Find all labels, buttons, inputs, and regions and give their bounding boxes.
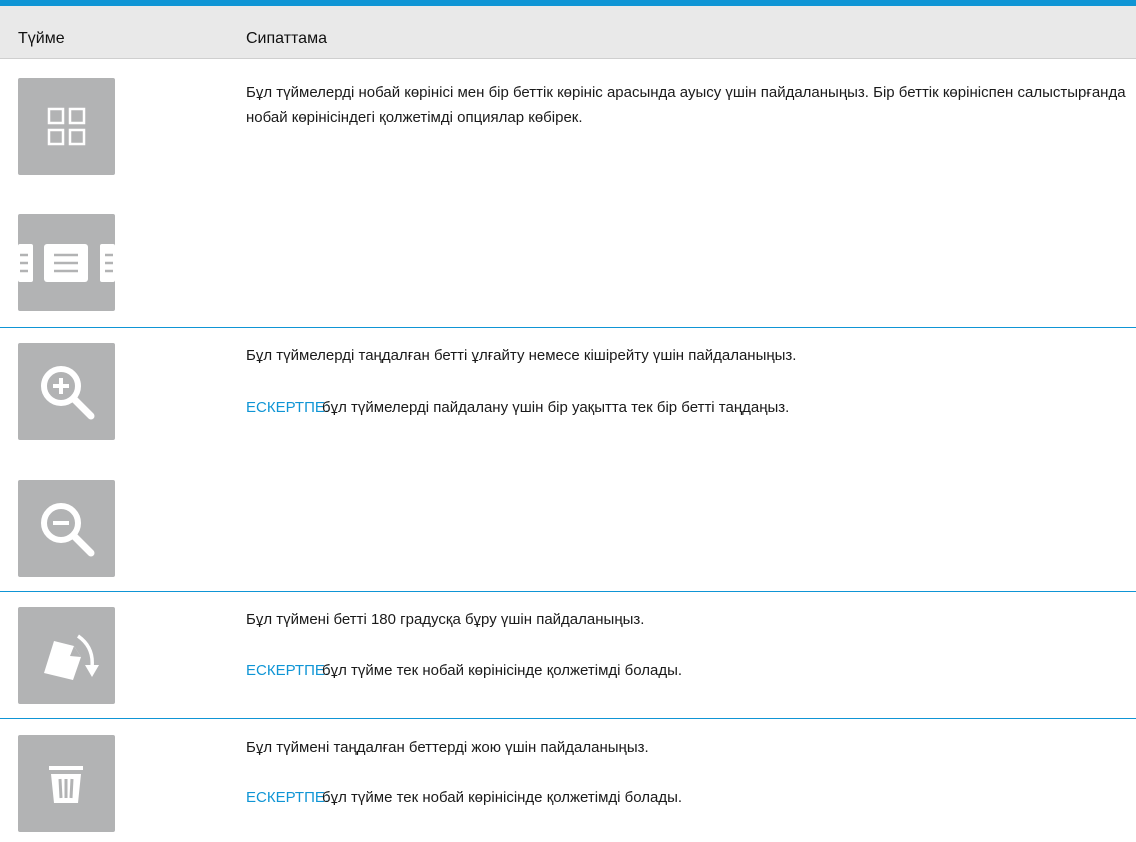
grid-view-button[interactable]	[18, 78, 115, 175]
row-rotate-note: ЕСКЕРТПЕ:бұл түйме тек нобай көрінісінде…	[246, 660, 682, 682]
single-page-view-icon	[18, 244, 115, 282]
rotate-page-button[interactable]	[18, 607, 115, 704]
row-rotate-description: Бұл түймені бетті 180 градусқа бұру үшін…	[246, 611, 645, 628]
zoom-in-button[interactable]	[18, 343, 115, 440]
note-text: бұл түйме тек нобай көрінісінде қолжетім…	[322, 789, 683, 806]
row-zoom-description: Бұл түймелерді таңдалған бетті ұлғайту н…	[246, 347, 797, 364]
table-header: Түйме Сипаттама	[0, 6, 1136, 59]
zoom-out-button[interactable]	[18, 480, 115, 577]
trash-icon	[49, 766, 83, 803]
header-description-column: Сипаттама	[246, 30, 327, 47]
row-view-description: Бұл түймелерді нобай көрінісі мен бір бе…	[246, 84, 1126, 126]
row-zoom-note: ЕСКЕРТПЕ:бұл түймелерді пайдалану үшін б…	[246, 397, 789, 419]
note-label: ЕСКЕРТПЕ:	[246, 662, 330, 679]
zoom-out-icon	[41, 503, 95, 557]
grid-view-icon	[47, 107, 86, 146]
row-divider	[0, 327, 1136, 328]
row-delete-description: Бұл түймені таңдалған беттерді жою үшін …	[246, 739, 649, 756]
row-delete-note: ЕСКЕРТПЕ:бұл түйме тек нобай көрінісінде…	[246, 787, 682, 809]
row-divider	[0, 718, 1136, 719]
note-text: бұл түймелерді пайдалану үшін бір уақытт…	[322, 399, 790, 416]
delete-button[interactable]	[18, 735, 115, 832]
note-label: ЕСКЕРТПЕ:	[246, 399, 330, 416]
note-text: бұл түйме тек нобай көрінісінде қолжетім…	[322, 662, 683, 679]
zoom-in-icon	[41, 366, 95, 420]
row-divider	[0, 591, 1136, 592]
note-label: ЕСКЕРТПЕ:	[246, 789, 330, 806]
rotate-page-icon	[44, 634, 99, 680]
single-page-view-button[interactable]	[18, 214, 115, 311]
header-button-column: Түйме	[18, 30, 65, 47]
